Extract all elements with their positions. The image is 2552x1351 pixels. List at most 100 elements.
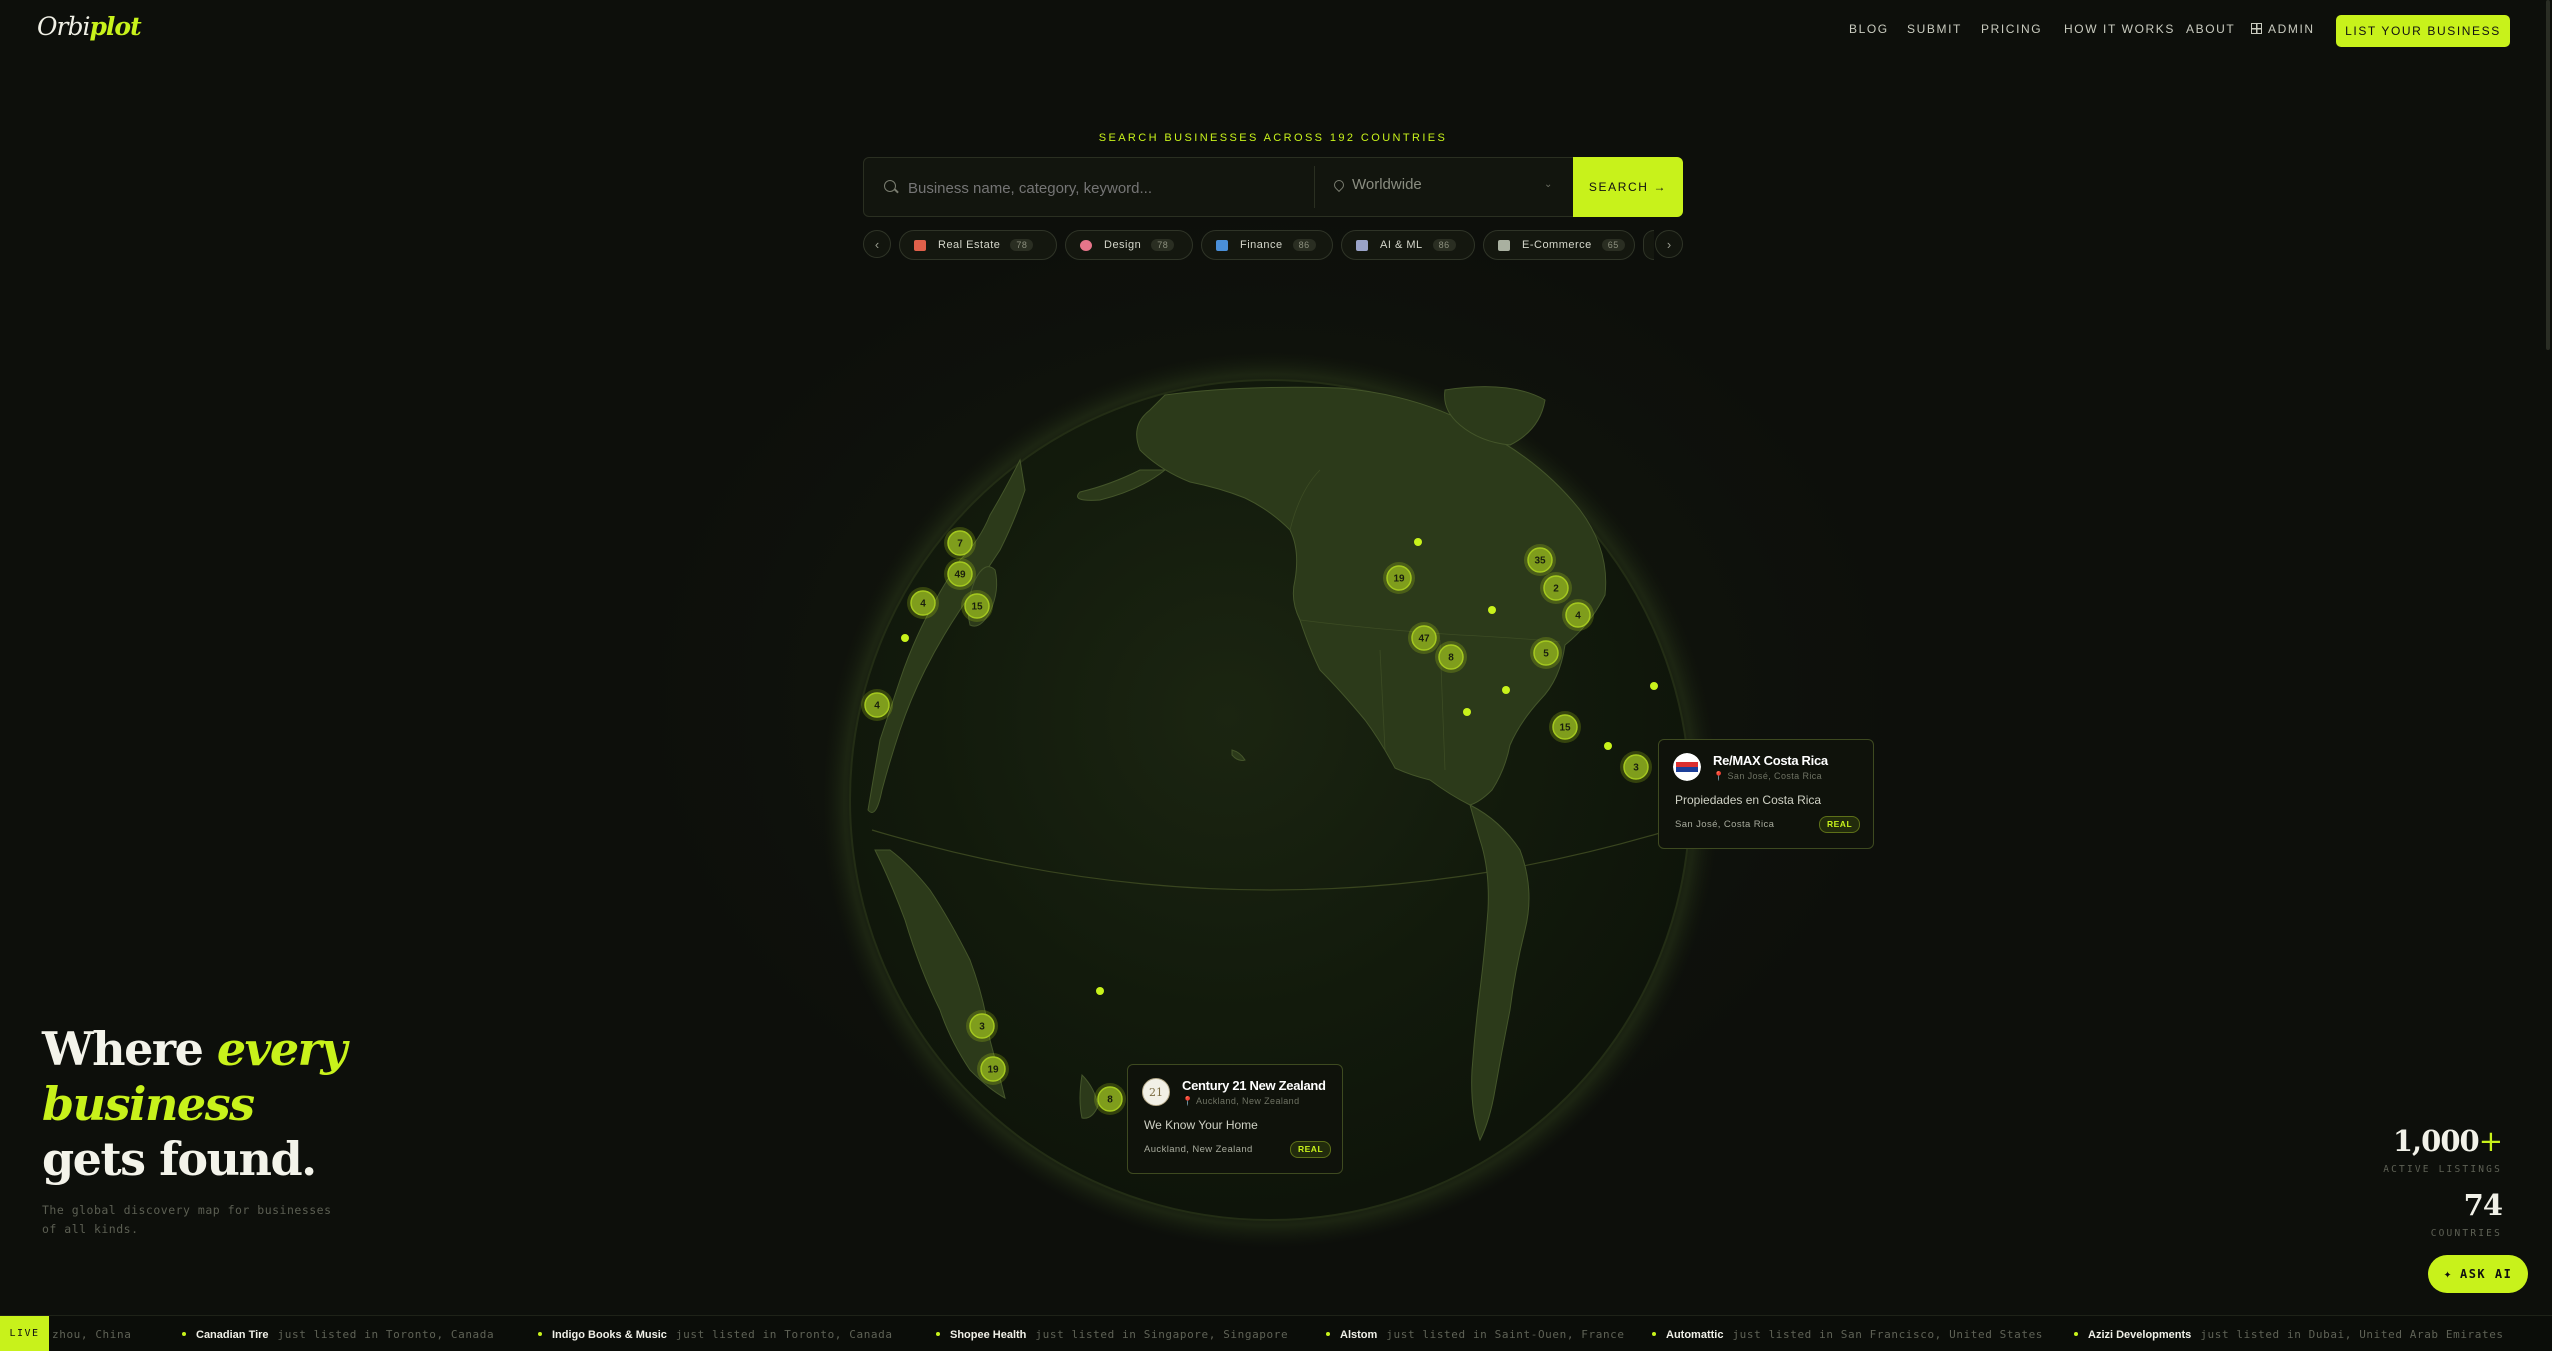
logo[interactable]: Orbiplot: [37, 12, 142, 41]
search-divider: [1314, 166, 1315, 208]
search-icon: [884, 180, 896, 192]
popup-name: Re/MAX Costa Rica: [1713, 753, 1828, 768]
search-kicker: SEARCH BUSINESSES ACROSS 192 COUNTRIES: [1098, 132, 1448, 144]
cluster-marker-count: 4: [874, 701, 880, 712]
chip-partial[interactable]: [1643, 230, 1654, 260]
marker-dot[interactable]: [1650, 682, 1658, 690]
popup-bottom-location: Auckland, New Zealand: [1144, 1144, 1253, 1155]
palette-icon: [1080, 239, 1092, 251]
cluster-marker-count: 4: [1575, 611, 1581, 622]
cluster-marker[interactable]: 15: [1549, 711, 1581, 743]
popup-name: Century 21 New Zealand: [1182, 1078, 1326, 1093]
sparkle-icon: ✦: [2443, 1266, 2453, 1282]
cluster-marker[interactable]: 19: [977, 1053, 1009, 1085]
ticker-item[interactable]: Azizi Developments just listed in Dubai, …: [2074, 1328, 2504, 1341]
cluster-marker[interactable]: 3: [966, 1010, 998, 1042]
popup-tagline: We Know Your Home: [1144, 1118, 1258, 1132]
ticker-item[interactable]: Canadian Tire just listed in Toronto, Can…: [182, 1328, 494, 1341]
nav-blog[interactable]: BLOG: [1849, 22, 1889, 36]
hero-heading: Where every business gets found.: [42, 1022, 347, 1186]
cluster-marker[interactable]: 4: [861, 689, 893, 721]
marker-dot[interactable]: [1488, 606, 1496, 614]
chip-design[interactable]: Design 78: [1065, 230, 1193, 260]
cluster-marker-count: 5: [1543, 649, 1549, 660]
live-badge: LIVE: [0, 1316, 49, 1351]
scrollbar[interactable]: [2546, 0, 2550, 350]
cluster-marker[interactable]: 4: [1562, 599, 1594, 631]
marker-dot[interactable]: [1502, 686, 1510, 694]
nav-admin[interactable]: ADMIN: [2251, 22, 2315, 36]
cluster-marker[interactable]: 7: [944, 527, 976, 559]
chip-finance[interactable]: Finance 86: [1201, 230, 1333, 260]
chip-ecommerce[interactable]: E-Commerce 65: [1483, 230, 1635, 260]
nav-about[interactable]: ABOUT: [2186, 22, 2235, 36]
stat-listings: 1,000+: [2392, 1124, 2503, 1158]
popup-century21[interactable]: 21 Century 21 New Zealand 📍 Auckland, Ne…: [1127, 1064, 1343, 1174]
chip-ai-ml[interactable]: AI & ML 86: [1341, 230, 1475, 260]
cluster-marker-count: 19: [987, 1065, 999, 1076]
cluster-marker-count: 49: [954, 570, 966, 581]
marker-dot[interactable]: [1604, 742, 1612, 750]
search-bar: Worldwide ⌄ SEARCH →: [863, 157, 1683, 217]
cluster-marker[interactable]: 2: [1540, 572, 1572, 604]
chip-real-estate[interactable]: Real Estate 78: [899, 230, 1057, 260]
nav-pricing[interactable]: PRICING: [1981, 22, 2042, 36]
chips-next-button[interactable]: ›: [1655, 230, 1683, 258]
location-select[interactable]: Worldwide: [1352, 176, 1422, 193]
nav-how-it-works[interactable]: HOW IT WORKS: [2064, 22, 2175, 36]
category-badge: REAL: [1290, 1141, 1332, 1158]
cluster-marker[interactable]: 15: [961, 590, 993, 622]
ticker-item[interactable]: Alstom just listed in Saint-Ouen, France: [1326, 1328, 1625, 1341]
hero-subtitle: The global discovery map for businesses …: [42, 1203, 332, 1236]
remax-balloon-icon: [1673, 753, 1701, 781]
grid-icon: [2251, 23, 2262, 34]
cluster-marker[interactable]: 8: [1094, 1083, 1126, 1115]
cluster-marker-count: 3: [979, 1022, 985, 1033]
ticker-dot: [538, 1332, 542, 1336]
cluster-marker[interactable]: 47: [1408, 622, 1440, 654]
category-badge: REAL: [1819, 816, 1861, 833]
cluster-marker-count: 15: [1559, 723, 1571, 734]
ticker-dot: [2074, 1332, 2078, 1336]
popup-remax[interactable]: Re/MAX Costa Rica 📍 San José, Costa Rica…: [1658, 739, 1874, 849]
popup-tagline: Propiedades en Costa Rica: [1675, 793, 1822, 807]
robot-icon: [1356, 239, 1368, 251]
cluster-marker[interactable]: 49: [944, 558, 976, 590]
cluster-marker[interactable]: 3: [1620, 751, 1652, 783]
chart-icon: [1216, 239, 1228, 251]
search-button[interactable]: SEARCH →: [1573, 157, 1683, 217]
search-input[interactable]: [906, 177, 1310, 199]
stat-countries-label: COUNTRIES: [2430, 1228, 2502, 1239]
popup-location: 📍 San José, Costa Rica: [1713, 771, 1823, 781]
cluster-marker-count: 19: [1393, 574, 1405, 585]
marker-dot[interactable]: [1414, 538, 1422, 546]
ticker-dot: [936, 1332, 940, 1336]
ticker-item[interactable]: Automattic just listed in San Francisco, …: [1652, 1328, 2043, 1341]
cluster-marker[interactable]: 19: [1383, 562, 1415, 594]
popup-location: 📍 Auckland, New Zealand: [1182, 1096, 1300, 1106]
cluster-marker-count: 8: [1107, 1095, 1113, 1106]
location-pin-icon: [1331, 177, 1347, 193]
ticker-item[interactable]: Shopee Health just listed in Singapore, S…: [936, 1328, 1288, 1341]
cluster-marker-count: 47: [1418, 634, 1430, 645]
cart-icon: [1498, 239, 1510, 251]
ask-ai-button[interactable]: ✦ ASK AI: [2428, 1255, 2528, 1293]
nav-submit[interactable]: SUBMIT: [1907, 22, 1962, 36]
cluster-marker[interactable]: 35: [1524, 544, 1556, 576]
stat-countries: 74: [2463, 1188, 2503, 1222]
marker-dot[interactable]: [1096, 987, 1104, 995]
house-icon: [914, 239, 926, 251]
cluster-marker[interactable]: 8: [1435, 641, 1467, 673]
cluster-marker[interactable]: 4: [907, 587, 939, 619]
marker-dot[interactable]: [1463, 708, 1471, 716]
cluster-marker[interactable]: 5: [1530, 637, 1562, 669]
list-business-button[interactable]: LIST YOUR BUSINESS: [2336, 15, 2510, 47]
chips-prev-button[interactable]: ‹: [863, 230, 891, 258]
marker-dot[interactable]: [901, 634, 909, 642]
ticker-dot: [182, 1332, 186, 1336]
cluster-marker-count: 35: [1534, 556, 1546, 567]
cluster-marker-count: 4: [920, 599, 926, 610]
cluster-marker-count: 8: [1448, 653, 1454, 664]
ticker-item[interactable]: Indigo Books & Music just listed in Toron…: [538, 1328, 893, 1341]
chevron-down-icon[interactable]: ⌄: [1544, 179, 1552, 190]
